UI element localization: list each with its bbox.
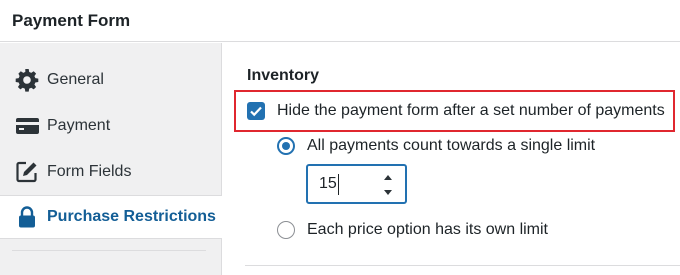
text-cursor [338,174,339,195]
sidebar-item-payment[interactable]: Payment [0,104,221,148]
hide-form-checkbox[interactable] [247,102,265,120]
single-limit-label: All payments count towards a single limi… [307,137,596,154]
page-title: Payment Form [12,11,131,30]
hide-form-checkbox-label: Hide the payment form after a set number… [277,102,665,119]
section-divider [245,265,680,266]
single-limit-option: All payments count towards a single limi… [277,133,595,159]
main-panel: Inventory Hide the payment form after a … [222,43,680,275]
sidebar-item-label: Payment [47,117,111,134]
sidebar-item-label: Purchase Restrictions [47,208,216,225]
sidebar: General Payment Form Fields Purchase Res… [0,43,222,275]
sidebar-item-form-fields[interactable]: Form Fields [0,150,221,194]
sidebar-item-label: General [47,71,104,88]
sidebar-item-purchase-restrictions[interactable]: Purchase Restrictions [0,195,222,239]
per-price-limit-option: Each price option has its own limit [277,217,548,243]
gear-icon [15,68,41,92]
section-title: Inventory [247,67,320,84]
sidebar-divider [12,250,206,251]
single-limit-radio[interactable] [277,137,295,155]
per-price-limit-radio[interactable] [277,221,295,239]
sidebar-item-label: Form Fields [47,163,132,180]
decrement-arrow-icon[interactable] [380,186,396,200]
hide-form-checkbox-row: Hide the payment form after a set number… [247,98,665,124]
limit-number-input[interactable]: 15 [306,164,407,204]
credit-card-icon [15,114,41,138]
increment-arrow-icon[interactable] [380,170,396,184]
edit-icon [15,160,41,184]
per-price-limit-label: Each price option has its own limit [307,221,548,238]
lock-icon [15,205,41,229]
sidebar-item-general[interactable]: General [0,58,221,102]
limit-value: 15 [319,175,337,192]
title-bar: Payment Form [0,0,680,42]
checkmark-icon [250,106,262,117]
